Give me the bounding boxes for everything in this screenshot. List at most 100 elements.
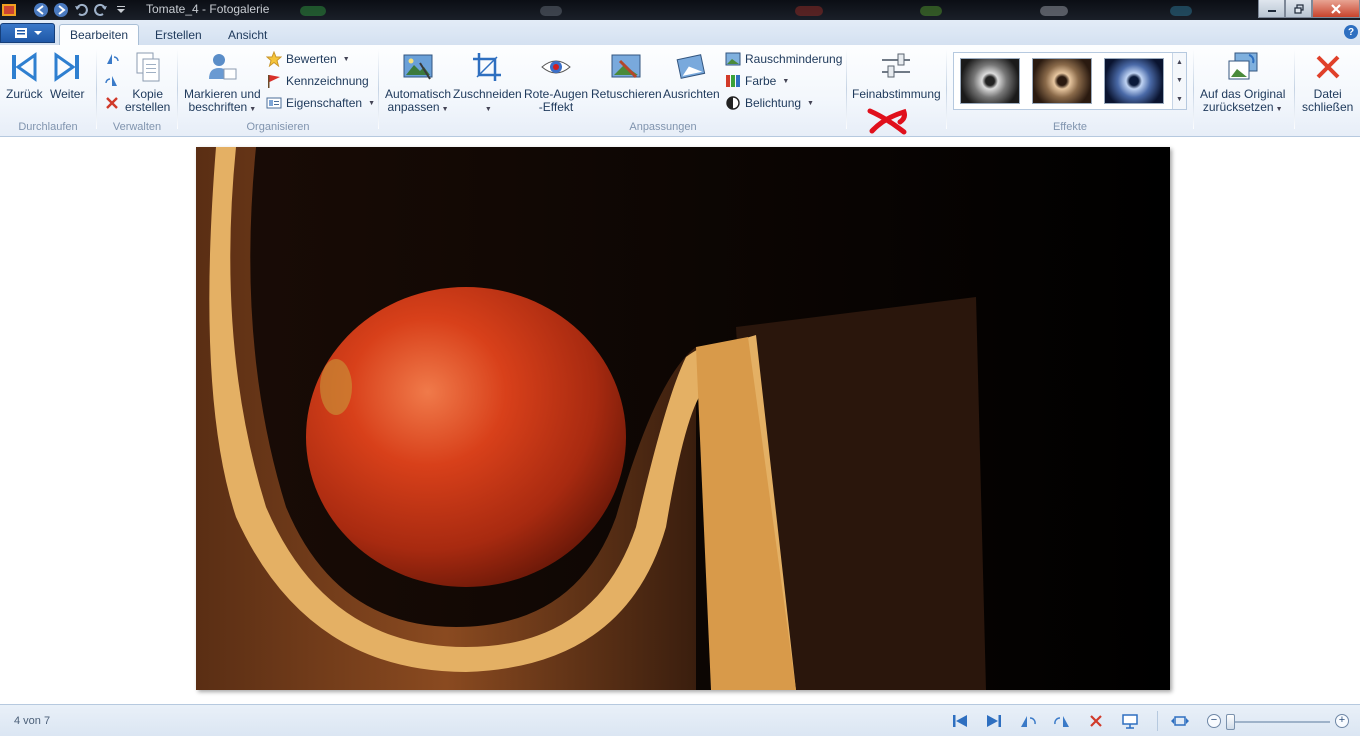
- delete-status-button[interactable]: [1086, 712, 1106, 730]
- rotate-left-status-button[interactable]: [1018, 712, 1038, 730]
- properties-button[interactable]: Eigenschaften ▼: [266, 94, 375, 112]
- sliders-icon: [880, 51, 912, 83]
- flag-button[interactable]: Kennzeichnung: [266, 72, 369, 90]
- auto-adjust-label-2: anpassen: [387, 100, 440, 114]
- previous-icon: [953, 715, 967, 727]
- dropdown-caret-icon: ▼: [1275, 106, 1283, 113]
- star-icon: [266, 51, 282, 67]
- ribbon: Zurück Weiter Durchlaufen Kopie erstelle…: [0, 45, 1360, 137]
- effects-gallery: ▲ ▼ ▼: [953, 52, 1187, 110]
- delete-icon: [1090, 715, 1102, 727]
- rotate-right-status-button[interactable]: [1052, 712, 1072, 730]
- previous-photo-button[interactable]: [950, 712, 970, 730]
- gallery-more-icon[interactable]: ▼: [1176, 96, 1183, 103]
- close-file-label-2: schließen: [1302, 100, 1354, 114]
- crop-icon: [471, 51, 503, 83]
- exposure-button[interactable]: Belichtung ▼: [725, 94, 814, 112]
- status-bar: 4 von 7 − +: [0, 704, 1360, 736]
- next-icon: [987, 715, 1001, 727]
- rotate-right-icon: [1054, 716, 1069, 727]
- close-icon: [1331, 3, 1341, 14]
- retouch-label: Retuschieren: [591, 87, 662, 101]
- group-verwalten: Kopie erstellen Verwalten: [97, 45, 177, 137]
- red-eye-button[interactable]: Rote-Augen -Effekt: [524, 51, 588, 114]
- color-button[interactable]: Farbe ▼: [725, 72, 789, 90]
- tab-bearbeiten[interactable]: Bearbeiten: [59, 24, 140, 45]
- person-tag-icon: [206, 51, 238, 83]
- red-eye-label-2: -Effekt: [538, 100, 574, 114]
- forward-button[interactable]: Weiter: [50, 51, 84, 101]
- auto-adjust-button[interactable]: Automatisch anpassen ▼: [385, 51, 451, 116]
- zoom-slider-track[interactable]: [1232, 721, 1330, 723]
- straighten-button[interactable]: Ausrichten: [663, 51, 720, 101]
- delete-button[interactable]: [104, 94, 120, 112]
- window-controls: [1258, 0, 1360, 18]
- flag-icon: [266, 73, 282, 89]
- restore-button[interactable]: [1285, 0, 1312, 18]
- rotate-left-button[interactable]: [104, 50, 120, 68]
- undo-icon[interactable]: [72, 1, 90, 19]
- gallery-scroll[interactable]: ▲ ▼ ▼: [1172, 53, 1186, 109]
- customize-toolbar-icon[interactable]: [112, 1, 130, 19]
- redo-icon[interactable]: [92, 1, 110, 19]
- rotate-left-icon: [104, 51, 120, 67]
- fit-to-window-button[interactable]: [1170, 712, 1190, 730]
- copy-label-2: erstellen: [125, 100, 171, 114]
- next-photo-button[interactable]: [984, 712, 1004, 730]
- decor-blur-2: [540, 6, 562, 16]
- slideshow-button[interactable]: [1120, 712, 1140, 730]
- crop-label: Zuschneiden: [453, 87, 522, 101]
- exposure-label: Belichtung: [745, 96, 802, 110]
- copy-button[interactable]: Kopie erstellen: [125, 51, 170, 114]
- menu-icon: [14, 28, 27, 38]
- revert-icon: [1227, 51, 1259, 83]
- noise-reduction-button[interactable]: Rauschminderung: [725, 50, 842, 68]
- effect-thumbnail-blue[interactable]: [1104, 58, 1164, 104]
- tab-ansicht[interactable]: Ansicht: [218, 24, 277, 45]
- tag-button[interactable]: Markieren und beschriften ▼: [184, 51, 261, 116]
- application-menu-button[interactable]: [0, 23, 55, 43]
- slideshow-icon: [1122, 714, 1138, 729]
- window-title: Tomate_4 - Fotogalerie: [146, 2, 270, 16]
- minimize-button[interactable]: [1258, 0, 1285, 18]
- retouch-icon: [610, 51, 642, 83]
- zoom-in-button[interactable]: +: [1335, 714, 1349, 728]
- dropdown-caret-icon: ▼: [484, 106, 492, 113]
- dropdown-caret-icon: ▼: [441, 106, 449, 113]
- fit-window-icon: [1171, 716, 1189, 726]
- zoom-out-button[interactable]: −: [1207, 714, 1221, 728]
- gallery-up-icon[interactable]: ▲: [1176, 59, 1183, 66]
- eye-icon: [540, 51, 572, 83]
- next-icon: [51, 51, 83, 83]
- dropdown-caret-icon: ▼: [368, 99, 375, 107]
- noise-reduction-label: Rauschminderung: [745, 52, 843, 66]
- properties-icon: [266, 95, 282, 111]
- help-icon[interactable]: ?: [1344, 25, 1358, 39]
- revert-button[interactable]: Auf das Original zurücksetzen ▼: [1200, 51, 1285, 116]
- delete-icon: [104, 95, 120, 111]
- group-anpassungen: Automatisch anpassen ▼ Zuschneiden ▼ Rote…: [379, 45, 947, 137]
- tag-label-2-wrap: beschriften ▼: [189, 101, 257, 116]
- decor-blur-4: [920, 6, 942, 16]
- close-window-button[interactable]: [1312, 0, 1360, 18]
- photo-canvas: [0, 137, 1360, 704]
- effect-thumbnail-grayscale[interactable]: [960, 58, 1020, 104]
- zoom-slider-thumb[interactable]: [1226, 714, 1235, 730]
- exposure-icon: [725, 95, 741, 111]
- fine-tune-button[interactable]: Feinabstimmung: [852, 51, 941, 101]
- properties-label: Eigenschaften: [286, 96, 363, 110]
- rotate-right-button[interactable]: [104, 72, 120, 90]
- back-button[interactable]: Zurück: [6, 51, 43, 101]
- effect-thumbnail-sepia[interactable]: [1032, 58, 1092, 104]
- crop-button[interactable]: Zuschneiden ▼: [453, 51, 522, 116]
- group-organisieren: Markieren und beschriften ▼ Bewerten ▼ Ken…: [178, 45, 378, 137]
- group-label-organisieren: Organisieren: [246, 121, 310, 133]
- rate-button[interactable]: Bewerten ▼: [266, 50, 350, 68]
- forward-arrow-icon[interactable]: [52, 1, 70, 19]
- retouch-button[interactable]: Retuschieren: [591, 51, 662, 101]
- gallery-down-icon[interactable]: ▼: [1176, 77, 1183, 84]
- minimize-icon: [1267, 9, 1276, 12]
- tab-erstellen[interactable]: Erstellen: [145, 24, 212, 45]
- close-file-button[interactable]: Datei schließen: [1302, 51, 1353, 114]
- back-arrow-icon[interactable]: [32, 1, 50, 19]
